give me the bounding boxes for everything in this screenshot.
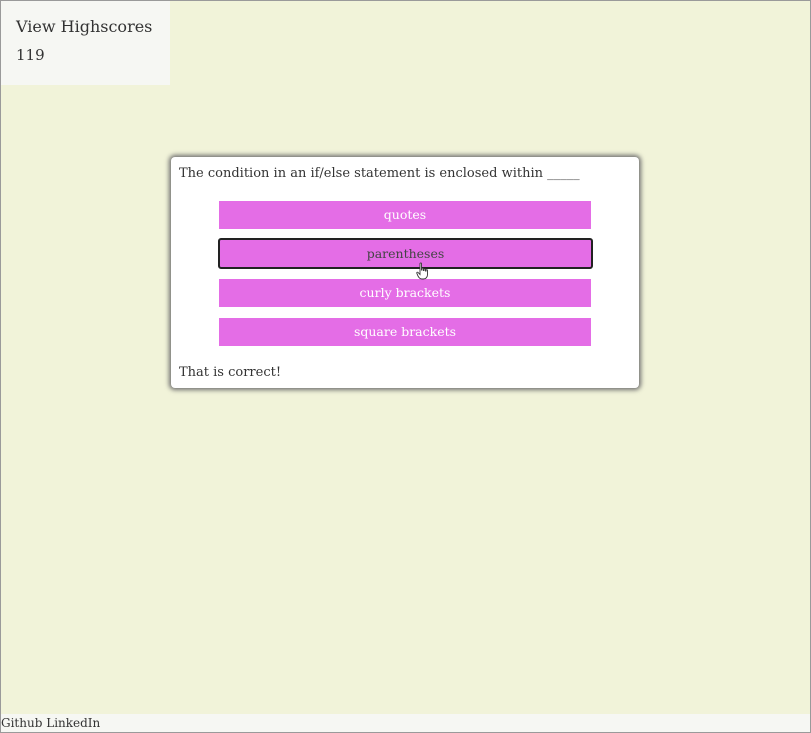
- score-panel: View Highscores 119: [1, 1, 170, 85]
- view-highscores-link[interactable]: View Highscores: [16, 17, 152, 36]
- answer-button-parentheses[interactable]: parentheses: [218, 238, 593, 269]
- question-text: The condition in an if/else statement is…: [179, 166, 580, 181]
- timer-value: 119: [16, 46, 45, 64]
- footer: Github LinkedIn: [1, 714, 810, 732]
- answer-button-square-brackets[interactable]: square brackets: [219, 318, 591, 346]
- answer-button-quotes[interactable]: quotes: [219, 201, 591, 229]
- quiz-card: The condition in an if/else statement is…: [171, 157, 639, 388]
- linkedin-link[interactable]: LinkedIn: [46, 716, 100, 730]
- result-message: That is correct!: [179, 365, 282, 380]
- answer-button-curly-brackets[interactable]: curly brackets: [219, 279, 591, 307]
- github-link[interactable]: Github: [1, 716, 42, 730]
